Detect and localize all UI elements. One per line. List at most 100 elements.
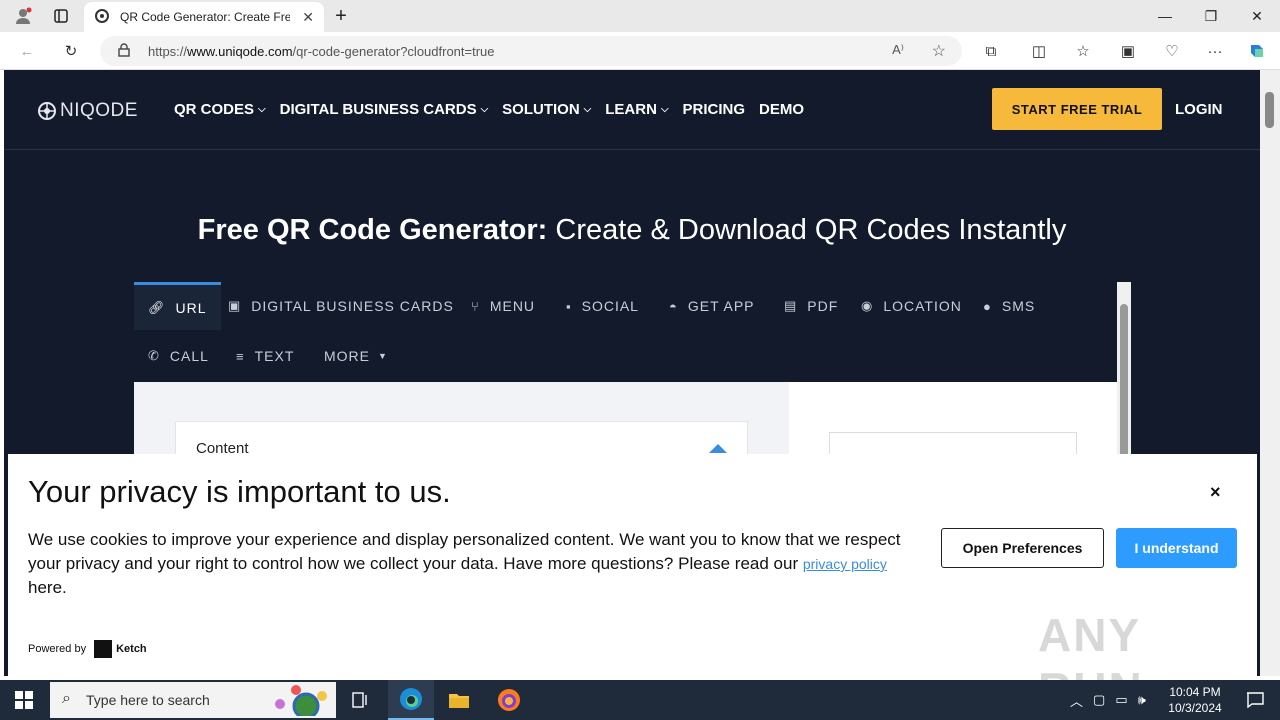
chevron-down-icon: ⌵ xyxy=(583,104,592,115)
volume-icon[interactable]: 🕪︎ xyxy=(1138,692,1146,708)
pdf-icon: ▤ xyxy=(784,298,798,313)
i-understand-button[interactable]: I understand xyxy=(1116,528,1237,568)
tab-label: SOCIAL xyxy=(581,298,639,314)
close-icon[interactable]: × xyxy=(1210,482,1221,503)
start-free-trial-button[interactable]: START FREE TRIAL xyxy=(992,88,1162,130)
edge-taskbar-icon[interactable] xyxy=(388,680,434,720)
refresh-icon[interactable]: ↻ xyxy=(56,36,86,66)
page-scrollbar[interactable] xyxy=(1260,70,1280,676)
tab-actions-icon[interactable] xyxy=(38,0,84,32)
taskbar-search-input[interactable]: ⌕ Type here to search xyxy=(50,682,336,720)
firefox-icon[interactable] xyxy=(486,680,532,720)
extensions-icon[interactable]: ⧉ xyxy=(976,36,1006,66)
scrollbar-thumb[interactable] xyxy=(1120,304,1128,474)
map-pin-icon: ◉ xyxy=(861,298,874,313)
copilot-icon[interactable] xyxy=(1242,36,1272,66)
windows-start-icon[interactable] xyxy=(0,680,48,720)
read-aloud-icon[interactable]: A⁾ xyxy=(892,42,904,58)
nav-pricing[interactable]: PRICING xyxy=(683,101,746,118)
notifications-icon[interactable] xyxy=(1232,680,1278,720)
ketch-logo-icon xyxy=(94,640,113,658)
chevron-down-icon: ⌵ xyxy=(480,104,489,115)
restore-icon[interactable]: ❐ xyxy=(1188,0,1234,32)
url-field[interactable]: https://www.uniqode.com/qr-code-generato… xyxy=(100,36,962,66)
tab-label: MENU xyxy=(489,298,536,314)
url-path: /qr-code-generator?cloudfront=true xyxy=(292,43,495,59)
hero-title-bold: Free QR Code Generator: xyxy=(197,214,548,246)
nav-qr-codes[interactable]: QR CODES ⌵ xyxy=(174,101,266,118)
tab-label: SMS xyxy=(1001,298,1036,314)
login-link[interactable]: LOGIN xyxy=(1175,101,1223,118)
system-tray: ︿ ▢ ▭ 🕪︎ xyxy=(1070,680,1146,720)
new-tab-icon[interactable]: + xyxy=(318,0,364,32)
tab-sms[interactable]: ● SMS xyxy=(983,282,1035,330)
tab-get-app[interactable]: ◓ GET APP xyxy=(669,282,755,330)
window-close-icon[interactable]: ✕ xyxy=(1234,0,1280,32)
clock-time: 10:04 PM xyxy=(1169,685,1221,699)
site-favicon-icon xyxy=(94,8,110,27)
tab-label: MORE xyxy=(324,348,370,364)
cookie-body-end: here. xyxy=(28,578,67,597)
nav-label: LEARN xyxy=(605,101,657,118)
nav-label: DEMO xyxy=(759,101,805,118)
tray-chevron-up-icon[interactable]: ︿ xyxy=(1070,691,1083,710)
tab-url[interactable]: 🔗︎ URL xyxy=(134,282,221,330)
page-title: Free QR Code Generator: Create & Downloa… xyxy=(4,214,1260,247)
text-icon: ≡ xyxy=(236,348,245,364)
logo-text: NIQODE xyxy=(60,100,138,121)
minimize-icon[interactable]: — xyxy=(1142,0,1188,32)
fork-knife-icon: ⑂ xyxy=(471,298,480,314)
performance-icon[interactable]: ♡ xyxy=(1157,36,1187,66)
search-placeholder: Type here to search xyxy=(86,692,210,708)
chevron-down-icon: ⌵ xyxy=(258,104,266,115)
tab-label: PDF xyxy=(807,298,839,314)
tab-more[interactable]: MORE ▼ xyxy=(324,332,388,380)
close-tab-icon[interactable]: ✕ xyxy=(302,9,314,26)
tab-pdf[interactable]: ▤ PDF xyxy=(784,282,838,330)
clock-date: 10/3/2024 xyxy=(1168,701,1222,715)
browser-tab[interactable]: QR Code Generator: Create Free QR Codes … xyxy=(84,2,324,32)
tab-text[interactable]: ≡ TEXT xyxy=(236,332,294,380)
nav-solution[interactable]: SOLUTION ⌵ xyxy=(502,101,591,118)
split-screen-icon[interactable]: ◫ xyxy=(1024,36,1054,66)
nav-learn[interactable]: LEARN ⌵ xyxy=(605,101,668,118)
nav-digital-business-cards[interactable]: DIGITAL BUSINESS CARDS ⌵ xyxy=(280,101,489,118)
task-view-icon[interactable] xyxy=(338,680,384,720)
network-icon[interactable]: ▭ xyxy=(1115,692,1127,708)
cookie-message: We use cookies to improve your experienc… xyxy=(28,528,908,600)
cookie-title: Your privacy is important to us. xyxy=(28,474,451,509)
collapse-caret-icon[interactable] xyxy=(709,444,727,453)
privacy-policy-link[interactable]: privacy policy xyxy=(803,556,887,572)
scrollbar-thumb[interactable] xyxy=(1265,92,1274,128)
tab-label: TEXT xyxy=(254,348,295,364)
tab-social[interactable]: ▪ SOCIAL xyxy=(566,282,639,330)
powered-by-label: Powered by xyxy=(28,643,87,655)
device-icon[interactable]: ▢ xyxy=(1093,692,1105,708)
tab-location[interactable]: ◉ LOCATION xyxy=(861,282,962,330)
nav-label: QR CODES xyxy=(174,101,255,118)
back-icon[interactable]: ← xyxy=(12,36,42,66)
taskbar-clock[interactable]: 10:04 PM 10/3/2024 xyxy=(1160,684,1230,716)
tab-digital-business-cards[interactable]: ▣ DIGITAL BUSINESS CARDS xyxy=(228,282,454,330)
nav-label: DIGITAL BUSINESS CARDS xyxy=(279,101,477,118)
search-icon: ⌕ xyxy=(62,690,71,707)
nav-demo[interactable]: DEMO xyxy=(759,101,804,118)
open-preferences-button[interactable]: Open Preferences xyxy=(941,528,1104,568)
facebook-icon: ▪ xyxy=(566,298,572,314)
tab-menu[interactable]: ⑂ MENU xyxy=(471,282,535,330)
cookie-consent-banner: Your privacy is important to us. × We us… xyxy=(8,454,1257,715)
collections-icon[interactable]: ▣ xyxy=(1113,36,1143,66)
uniqode-logo[interactable]: NIQODE xyxy=(36,100,138,122)
ketch-brand: Ketch xyxy=(116,643,147,655)
hero-title-light: Create & Download QR Codes Instantly xyxy=(547,214,1067,246)
tab-label: DIGITAL BUSINESS CARDS xyxy=(251,298,454,314)
favorite-star-icon[interactable]: ☆ xyxy=(932,41,946,61)
tab-label: LOCATION xyxy=(883,298,962,314)
favorites-icon[interactable]: ☆ xyxy=(1068,36,1098,66)
tab-title: QR Code Generator: Create Free QR Codes xyxy=(120,10,290,24)
qr-type-tabs: 🔗︎ URL ▣ DIGITAL BUSINESS CARDS ⑂ MENU ▪ SOC… xyxy=(134,282,1117,382)
tab-call[interactable]: ✆ CALL xyxy=(148,332,209,380)
more-menu-icon[interactable]: ··· xyxy=(1200,36,1230,66)
contact-card-icon: ▣ xyxy=(228,298,242,313)
file-explorer-icon[interactable] xyxy=(436,680,482,720)
